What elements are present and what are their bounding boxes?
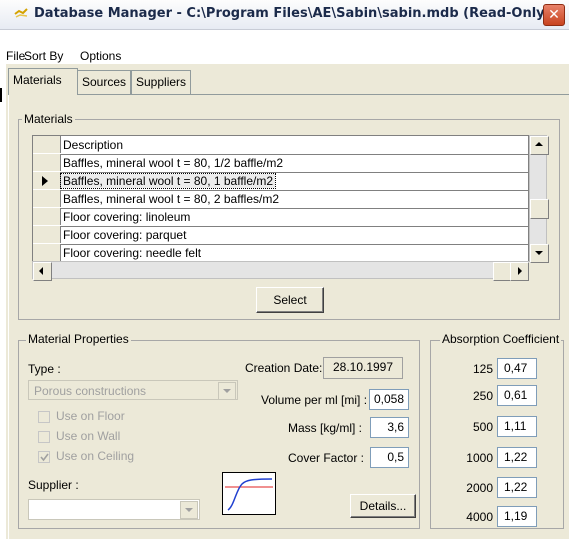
frequency-label: 4000	[466, 510, 493, 524]
absorption-curve-thumbnail	[222, 472, 276, 515]
window-edge	[0, 88, 2, 102]
horizontal-scrollbar[interactable]	[32, 261, 529, 281]
type-label: Type :	[28, 362, 61, 376]
scroll-down-button[interactable]	[530, 244, 549, 263]
dropdown-button[interactable]	[218, 382, 236, 400]
cover-factor-field[interactable]: 0,5	[370, 447, 409, 468]
select-button[interactable]: Select	[256, 287, 324, 313]
creation-date-label: Creation Date:	[245, 361, 323, 375]
scroll-right-button[interactable]	[510, 262, 529, 281]
absorption-value-field[interactable]: 0,61	[497, 385, 537, 406]
table-row-selected[interactable]: Baffles, mineral wool t = 80, 1 baffle/m…	[33, 172, 528, 191]
materials-grid[interactable]: Description Baffles, mineral wool t = 80…	[32, 135, 529, 262]
menu-file[interactable]: File	[6, 49, 25, 63]
use-on-ceiling-label: Use on Ceiling	[56, 449, 135, 463]
use-on-floor-checkbox[interactable]	[38, 411, 50, 423]
table-row[interactable]: Floor covering: needle felt	[33, 244, 528, 262]
table-cell[interactable]: Baffles, mineral wool t = 80, 1 baffle/m…	[59, 173, 277, 189]
absorption-value-field[interactable]: 1,19	[497, 506, 537, 527]
absorption-value-field[interactable]: 0,47	[497, 358, 537, 379]
use-on-floor-label: Use on Floor	[56, 409, 125, 423]
materials-group-label: Materials	[22, 112, 75, 126]
frequency-label: 2000	[466, 481, 493, 495]
row-indicator[interactable]	[33, 208, 61, 225]
close-button[interactable]: ✕	[543, 4, 565, 26]
mass-field[interactable]: 3,6	[370, 417, 409, 438]
tab-sources[interactable]: Sources	[77, 70, 131, 94]
database-icon	[14, 8, 28, 18]
table-row[interactable]: Floor covering: parquet	[33, 226, 528, 245]
absorption-value-field[interactable]: 1,11	[497, 416, 537, 437]
arrow-right-icon	[518, 267, 522, 275]
table-cell[interactable]: Baffles, mineral wool t = 80, 2 baffles/…	[63, 192, 279, 206]
absorption-coefficient-label: Absorption Coefficient	[440, 332, 562, 346]
scroll-left-button[interactable]	[33, 262, 52, 281]
table-row[interactable]: Floor covering: linoleum	[33, 208, 528, 227]
arrow-down-icon	[535, 251, 543, 255]
type-dropdown[interactable]: Porous constructions	[28, 380, 238, 400]
grid-header-row: Description	[33, 136, 528, 155]
row-indicator[interactable]	[33, 172, 61, 189]
table-row[interactable]: Baffles, mineral wool t = 80, 2 baffles/…	[33, 190, 528, 209]
dropdown-button[interactable]	[180, 501, 198, 519]
row-indicator[interactable]	[33, 244, 61, 261]
details-button[interactable]: Details...	[350, 494, 416, 518]
checkmark-icon	[40, 453, 49, 462]
type-value: Porous constructions	[34, 384, 147, 398]
absorption-value-field[interactable]: 1,22	[497, 447, 537, 468]
scroll-thumb[interactable]	[530, 199, 549, 219]
current-row-arrow-icon	[42, 176, 48, 186]
creation-date-field: 28.10.1997	[323, 357, 403, 379]
supplier-dropdown[interactable]	[28, 499, 200, 520]
tab-suppliers[interactable]: Suppliers	[131, 70, 191, 94]
cover-factor-label: Cover Factor :	[288, 451, 365, 465]
scroll-up-button[interactable]	[530, 136, 549, 155]
menu-sort-by[interactable]: Sort By	[24, 49, 63, 63]
table-cell[interactable]: Floor covering: needle felt	[63, 246, 201, 260]
supplier-label: Supplier :	[28, 478, 79, 492]
row-indicator[interactable]	[33, 154, 61, 171]
volume-field[interactable]: 0,058	[369, 389, 409, 410]
material-properties-label: Material Properties	[26, 332, 131, 346]
table-cell[interactable]: Floor covering: linoleum	[63, 210, 190, 224]
chevron-down-icon	[223, 389, 231, 393]
row-indicator[interactable]	[33, 190, 61, 207]
table-row[interactable]: Baffles, mineral wool t = 80, 1/2 baffle…	[33, 154, 528, 173]
window-title: Database Manager - C:\Program Files\AE\S…	[34, 6, 551, 21]
use-on-wall-checkbox[interactable]	[38, 431, 50, 443]
frequency-label: 1000	[466, 451, 493, 465]
arrow-left-icon	[39, 267, 43, 275]
table-cell[interactable]: Floor covering: parquet	[63, 228, 186, 242]
mass-label: Mass [kg/ml] :	[288, 421, 363, 435]
absorption-value-field[interactable]: 1,22	[497, 477, 537, 498]
column-header-description[interactable]: Description	[63, 138, 123, 152]
frequency-label: 125	[472, 362, 493, 376]
menu-options[interactable]: Options	[80, 49, 121, 63]
vertical-scrollbar[interactable]	[529, 135, 549, 263]
frequency-label: 250	[472, 389, 493, 403]
volume-label: Volume per ml [mi] :	[261, 393, 368, 407]
row-indicator[interactable]	[33, 226, 61, 243]
use-on-ceiling-checkbox[interactable]	[38, 451, 50, 463]
tab-materials[interactable]: Materials	[8, 68, 78, 95]
grid-corner	[33, 136, 61, 153]
arrow-up-icon	[535, 142, 543, 146]
use-on-wall-label: Use on Wall	[56, 429, 121, 443]
frequency-label: 500	[472, 420, 493, 434]
chevron-down-icon	[185, 508, 193, 512]
table-cell[interactable]: Baffles, mineral wool t = 80, 1/2 baffle…	[63, 156, 283, 170]
